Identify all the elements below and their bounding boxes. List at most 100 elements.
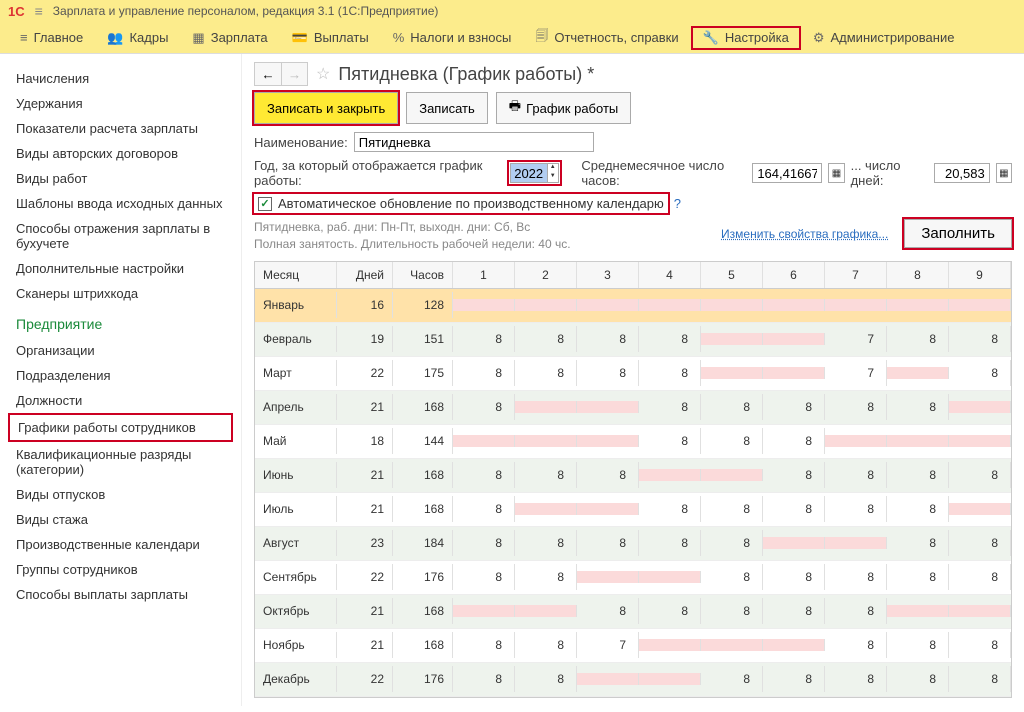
day-cell[interactable]: 8 [577, 326, 639, 352]
year-down-icon[interactable]: ▼ [548, 173, 558, 182]
day-cell[interactable]: 8 [763, 462, 825, 488]
day-cell[interactable] [453, 435, 515, 447]
day-cell[interactable]: 8 [949, 360, 1011, 386]
day-cell[interactable]: 8 [949, 632, 1011, 658]
day-cell[interactable]: 7 [577, 632, 639, 658]
day-cell[interactable] [577, 673, 639, 685]
table-row[interactable]: Январь16128 [255, 289, 1011, 323]
menu-item-6[interactable]: 🔧Настройка [691, 26, 801, 50]
day-cell[interactable] [577, 435, 639, 447]
day-cell[interactable]: 8 [763, 394, 825, 420]
nav-back-button[interactable]: ← [255, 63, 281, 85]
sidebar-item[interactable]: Показатели расчета зарплаты [8, 116, 233, 141]
day-cell[interactable]: 7 [825, 326, 887, 352]
grid-header-cell[interactable]: Дней [337, 262, 393, 288]
day-cell[interactable] [515, 605, 577, 617]
grid-header-cell[interactable]: 5 [701, 262, 763, 288]
day-cell[interactable] [701, 299, 763, 311]
day-cell[interactable]: 8 [763, 496, 825, 522]
day-cell[interactable] [577, 503, 639, 515]
day-cell[interactable] [453, 299, 515, 311]
day-cell[interactable]: 8 [701, 496, 763, 522]
day-cell[interactable]: 8 [701, 530, 763, 556]
day-cell[interactable]: 8 [515, 326, 577, 352]
day-cell[interactable]: 8 [701, 394, 763, 420]
help-icon[interactable]: ? [674, 196, 681, 211]
day-cell[interactable]: 8 [639, 326, 701, 352]
table-row[interactable]: Сентябрь221768888888 [255, 561, 1011, 595]
day-cell[interactable] [887, 367, 949, 379]
day-cell[interactable]: 8 [639, 360, 701, 386]
day-cell[interactable]: 8 [825, 632, 887, 658]
day-cell[interactable]: 8 [701, 428, 763, 454]
fill-button[interactable]: Заполнить [904, 219, 1012, 248]
table-row[interactable]: Октябрь2116888888 [255, 595, 1011, 629]
year-input[interactable] [511, 164, 547, 182]
day-cell[interactable]: 8 [515, 462, 577, 488]
day-cell[interactable]: 8 [887, 326, 949, 352]
day-cell[interactable]: 8 [453, 564, 515, 590]
day-cell[interactable] [763, 333, 825, 345]
day-cell[interactable]: 8 [887, 564, 949, 590]
day-cell[interactable] [639, 571, 701, 583]
day-cell[interactable] [639, 469, 701, 481]
grid-header-cell[interactable]: 6 [763, 262, 825, 288]
day-cell[interactable] [701, 469, 763, 481]
day-cell[interactable] [763, 537, 825, 549]
day-cell[interactable]: 8 [453, 462, 515, 488]
sidebar-item[interactable]: Способы отражения зарплаты в бухучете [8, 216, 233, 256]
sidebar-item[interactable]: Начисления [8, 66, 233, 91]
day-cell[interactable] [577, 299, 639, 311]
day-cell[interactable]: 8 [515, 530, 577, 556]
day-cell[interactable]: 8 [949, 564, 1011, 590]
sidebar-item[interactable]: Группы сотрудников [8, 557, 233, 582]
day-cell[interactable]: 8 [825, 666, 887, 692]
day-cell[interactable]: 8 [949, 462, 1011, 488]
day-cell[interactable] [453, 605, 515, 617]
menu-item-2[interactable]: ▦Зарплата [180, 26, 279, 50]
avg-hours-input[interactable] [752, 163, 822, 183]
table-row[interactable]: Август231848888888 [255, 527, 1011, 561]
day-cell[interactable]: 8 [763, 564, 825, 590]
checkbox-icon[interactable]: ✓ [258, 197, 272, 211]
grid-header-cell[interactable]: Месяц [255, 262, 337, 288]
avg-days-input[interactable] [934, 163, 990, 183]
table-row[interactable]: Апрель21168888888 [255, 391, 1011, 425]
sidebar-item[interactable]: Производственные календари [8, 532, 233, 557]
table-row[interactable]: Июль21168888888 [255, 493, 1011, 527]
grid-header-cell[interactable]: 3 [577, 262, 639, 288]
schedule-button[interactable]: 🖶 График работы [496, 92, 631, 124]
day-cell[interactable]: 8 [639, 394, 701, 420]
day-cell[interactable]: 8 [453, 394, 515, 420]
menu-item-5[interactable]: 🗐Отчетность, справки [523, 23, 690, 53]
sidebar-item[interactable]: Удержания [8, 91, 233, 116]
day-cell[interactable] [825, 435, 887, 447]
day-cell[interactable] [639, 639, 701, 651]
day-cell[interactable]: 8 [515, 360, 577, 386]
day-cell[interactable]: 8 [515, 564, 577, 590]
day-cell[interactable]: 8 [515, 632, 577, 658]
table-row[interactable]: Ноябрь21168887888 [255, 629, 1011, 663]
day-cell[interactable]: 8 [701, 598, 763, 624]
menu-item-0[interactable]: ≡Главное [8, 26, 95, 49]
sidebar-item[interactable]: Шаблоны ввода исходных данных [8, 191, 233, 216]
day-cell[interactable] [949, 503, 1011, 515]
sidebar-item[interactable]: Дополнительные настройки [8, 256, 233, 281]
day-cell[interactable] [763, 299, 825, 311]
day-cell[interactable]: 8 [887, 394, 949, 420]
sidebar-item[interactable]: Виды стажа [8, 507, 233, 532]
sidebar-item[interactable]: Квалификационные разряды (категории) [8, 442, 233, 482]
calculator-icon[interactable]: ▦ [828, 163, 844, 183]
grid-header-cell[interactable]: 2 [515, 262, 577, 288]
grid-header-cell[interactable]: 8 [887, 262, 949, 288]
day-cell[interactable] [887, 299, 949, 311]
grid-header-cell[interactable]: Часов [393, 262, 453, 288]
day-cell[interactable]: 8 [825, 598, 887, 624]
day-cell[interactable] [949, 299, 1011, 311]
day-cell[interactable]: 8 [701, 564, 763, 590]
day-cell[interactable]: 8 [887, 462, 949, 488]
day-cell[interactable] [949, 401, 1011, 413]
day-cell[interactable]: 8 [453, 632, 515, 658]
day-cell[interactable] [887, 605, 949, 617]
table-row[interactable]: Февраль191518888788 [255, 323, 1011, 357]
